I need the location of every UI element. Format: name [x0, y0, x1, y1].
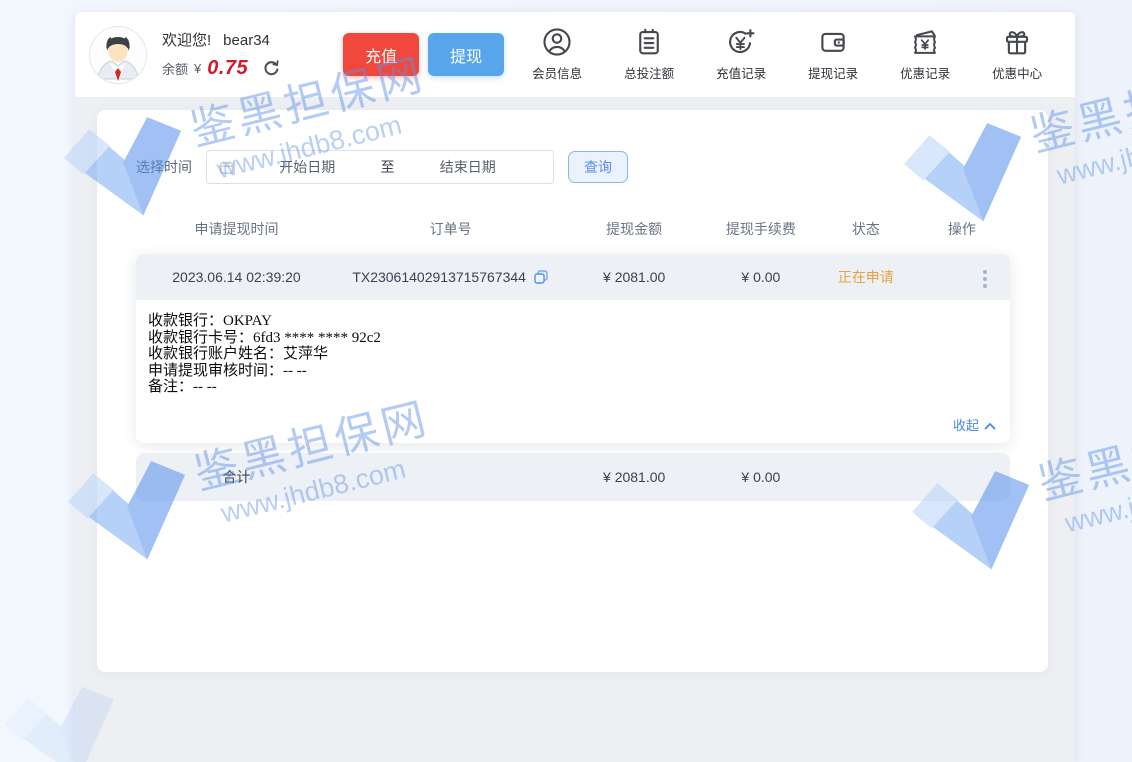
nav-item-withdraw-record[interactable]: 提现记录	[802, 27, 864, 82]
nav-item-member-info[interactable]: 会员信息	[526, 27, 588, 82]
total-bets-icon	[634, 27, 664, 57]
col-header-amount: 提现金额	[564, 219, 704, 239]
col-header-status: 状态	[818, 219, 914, 239]
cell-amount: ¥ 2081.00	[564, 269, 704, 285]
col-header-fee: 提现手续费	[704, 219, 818, 239]
quick-nav: 会员信息 总投注额	[526, 27, 1048, 82]
detail-panel: 收款银行：OKPAY 收款银行卡号：6fd3 **** **** 92c2 收款…	[136, 300, 1010, 443]
nav-label: 优惠记录	[900, 63, 950, 82]
cell-order-no: TX23061402913715767344	[337, 269, 564, 285]
order-no-text: TX23061402913715767344	[352, 269, 526, 285]
total-amount: ¥ 2081.00	[564, 469, 704, 485]
balance-line: 余额 ¥ 0.75	[162, 57, 281, 80]
balance-label: 余额	[162, 59, 188, 78]
withdraw-button[interactable]: 提现	[428, 33, 504, 76]
withdraw-table: 申请提现时间 订单号 提现金额 提现手续费 状态 操作 2023.06.14 0…	[136, 206, 1010, 501]
total-label: 合计	[136, 467, 337, 487]
promo-record-icon	[910, 27, 940, 57]
recharge-record-icon	[726, 27, 756, 57]
col-header-order: 订单号	[337, 219, 564, 239]
col-header-time: 申请提现时间	[136, 219, 337, 239]
detail-line-card-no: 收款银行卡号：6fd3 **** **** 92c2	[148, 330, 996, 347]
start-date-placeholder: 开始日期	[234, 157, 381, 177]
recharge-button[interactable]: 充值	[343, 33, 419, 76]
detail-line-bank: 收款银行：OKPAY	[148, 313, 996, 330]
withdraw-record-icon	[818, 27, 848, 57]
body-area: 选择时间 开始日期 至 结束日期 查询	[75, 97, 1075, 672]
nav-label: 提现记录	[808, 63, 858, 82]
collapse-label: 收起	[953, 419, 979, 433]
nav-item-promo-record[interactable]: 优惠记录	[894, 27, 956, 82]
nav-label: 充值记录	[716, 63, 766, 82]
username: bear34	[223, 32, 270, 49]
status-badge: 正在申请	[818, 267, 914, 287]
avatar-person-icon	[90, 27, 146, 83]
collapse-row: 收起	[148, 418, 996, 435]
filter-label: 选择时间	[136, 157, 192, 177]
welcome-text: 欢迎您!	[162, 32, 211, 49]
nav-item-promo-center[interactable]: 优惠中心	[986, 27, 1048, 82]
avatar	[89, 26, 147, 84]
detail-line-account-name: 收款银行账户姓名：艾萍华	[148, 346, 996, 363]
filter-row: 选择时间 开始日期 至 结束日期 查询	[136, 150, 1010, 184]
nav-label: 优惠中心	[992, 63, 1042, 82]
nav-label: 总投注额	[624, 63, 674, 82]
balance-value: 0.75	[207, 57, 248, 80]
cell-apply-time: 2023.06.14 02:39:20	[136, 269, 337, 285]
calendar-icon	[219, 160, 234, 175]
nav-item-recharge-record[interactable]: 充值记录	[710, 27, 772, 82]
topbar: 欢迎您! bear34 余额 ¥ 0.75 充值 提现	[75, 12, 1075, 97]
date-range-input[interactable]: 开始日期 至 结束日期	[206, 150, 554, 184]
detail-line-review-time: 申请提现审核时间：-- --	[148, 363, 996, 380]
promo-center-icon	[1002, 27, 1032, 57]
end-date-placeholder: 结束日期	[395, 157, 542, 177]
collapse-link[interactable]: 收起	[953, 419, 996, 433]
app-window: 欢迎您! bear34 余额 ¥ 0.75 充值 提现	[75, 12, 1075, 762]
detail-line-remark: 备注：-- --	[148, 379, 996, 396]
copy-icon[interactable]	[533, 269, 549, 285]
date-separator: 至	[381, 157, 395, 177]
table-header-row: 申请提现时间 订单号 提现金额 提现手续费 状态 操作	[136, 206, 1010, 252]
nav-item-total-bets[interactable]: 总投注额	[618, 27, 680, 82]
user-meta: 欢迎您! bear34 余额 ¥ 0.75	[162, 29, 281, 80]
chevron-up-icon	[984, 422, 996, 430]
content-card: 选择时间 开始日期 至 结束日期 查询	[97, 110, 1048, 672]
record-block: 2023.06.14 02:39:20 TX230614029137157673…	[136, 254, 1010, 443]
total-row: 合计 ¥ 2081.00 ¥ 0.00	[136, 453, 1010, 501]
table-row: 2023.06.14 02:39:20 TX230614029137157673…	[136, 254, 1010, 300]
currency-symbol: ¥	[194, 61, 201, 76]
total-fee: ¥ 0.00	[704, 469, 818, 485]
cell-ops	[914, 261, 1010, 293]
search-button[interactable]: 查询	[568, 151, 628, 183]
welcome-line: 欢迎您! bear34	[162, 29, 281, 50]
refresh-icon[interactable]	[262, 59, 281, 78]
col-header-ops: 操作	[914, 219, 1010, 239]
more-actions-icon[interactable]	[980, 265, 990, 293]
nav-label: 会员信息	[532, 63, 582, 82]
member-info-icon	[542, 27, 572, 57]
cell-fee: ¥ 0.00	[704, 269, 818, 285]
